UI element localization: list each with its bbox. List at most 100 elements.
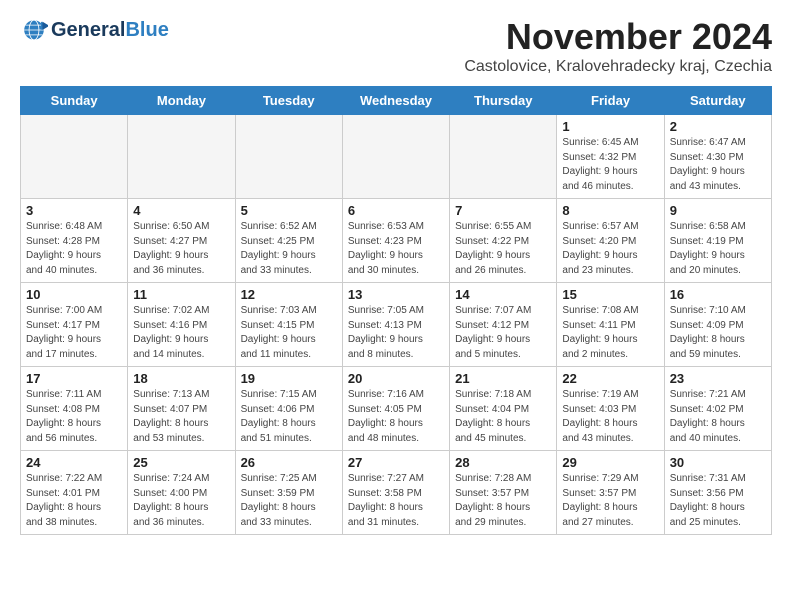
day-number: 9: [670, 203, 766, 218]
day-number: 13: [348, 287, 444, 302]
calendar-week-5: 24Sunrise: 7:22 AM Sunset: 4:01 PM Dayli…: [21, 451, 772, 535]
col-header-saturday: Saturday: [664, 87, 771, 115]
calendar-cell: 27Sunrise: 7:27 AM Sunset: 3:58 PM Dayli…: [342, 451, 449, 535]
day-info: Sunrise: 6:52 AM Sunset: 4:25 PM Dayligh…: [241, 220, 337, 278]
day-number: 1: [562, 119, 658, 134]
day-info: Sunrise: 7:24 AM Sunset: 4:00 PM Dayligh…: [133, 472, 229, 530]
day-info: Sunrise: 6:58 AM Sunset: 4:19 PM Dayligh…: [670, 220, 766, 278]
day-number: 22: [562, 371, 658, 386]
calendar-cell: 23 Sunrise: 7:21 AM Sunset: 4:02 PM Dayli…: [664, 367, 771, 451]
calendar-cell: 4 Sunrise: 6:50 AM Sunset: 4:27 PM Daylig…: [128, 199, 235, 283]
calendar-cell: [450, 115, 557, 199]
day-info: Sunrise: 6:55 AM Sunset: 4:22 PM Dayligh…: [455, 220, 551, 278]
day-info: Sunrise: 6:45 AM Sunset: 4:32 PM Dayligh…: [562, 136, 658, 194]
calendar-cell: 13 Sunrise: 7:05 AM Sunset: 4:13 PM Dayli…: [342, 283, 449, 367]
calendar-cell: 29 Sunrise: 7:29 AM Sunset: 3:57 PM Dayli…: [557, 451, 664, 535]
day-number: 3: [26, 203, 122, 218]
title-section: November 2024 Castolovice, Kralovehradec…: [464, 16, 772, 76]
day-info: Sunrise: 7:02 AM Sunset: 4:16 PM Dayligh…: [133, 304, 229, 362]
calendar-header-row: SundayMondayTuesdayWednesdayThursdayFrid…: [21, 87, 772, 115]
day-info: Sunrise: 7:27 AM Sunset: 3:58 PM Dayligh…: [348, 472, 444, 530]
day-info: Sunrise: 7:25 AM Sunset: 3:59 PM Dayligh…: [241, 472, 337, 530]
calendar-cell: [235, 115, 342, 199]
calendar-week-4: 17Sunrise: 7:11 AM Sunset: 4:08 PM Dayli…: [21, 367, 772, 451]
day-info: Sunrise: 7:13 AM Sunset: 4:07 PM Dayligh…: [133, 388, 229, 446]
day-info: Sunrise: 7:08 AM Sunset: 4:11 PM Dayligh…: [562, 304, 658, 362]
day-number: 25: [133, 455, 229, 470]
day-number: 23: [670, 371, 766, 386]
day-info: Sunrise: 7:05 AM Sunset: 4:13 PM Dayligh…: [348, 304, 444, 362]
day-number: 12: [241, 287, 337, 302]
calendar-cell: 10Sunrise: 7:00 AM Sunset: 4:17 PM Dayli…: [21, 283, 128, 367]
day-number: 29: [562, 455, 658, 470]
day-number: 28: [455, 455, 551, 470]
day-number: 16: [670, 287, 766, 302]
logo-text: GeneralBlue: [51, 19, 169, 41]
day-number: 30: [670, 455, 766, 470]
calendar-cell: 9 Sunrise: 6:58 AM Sunset: 4:19 PM Daylig…: [664, 199, 771, 283]
calendar-week-3: 10Sunrise: 7:00 AM Sunset: 4:17 PM Dayli…: [21, 283, 772, 367]
logo-icon: [20, 16, 48, 44]
col-header-monday: Monday: [128, 87, 235, 115]
day-info: Sunrise: 7:29 AM Sunset: 3:57 PM Dayligh…: [562, 472, 658, 530]
logo: GeneralBlue: [20, 16, 169, 44]
calendar-cell: 2 Sunrise: 6:47 AM Sunset: 4:30 PM Daylig…: [664, 115, 771, 199]
day-number: 2: [670, 119, 766, 134]
day-info: Sunrise: 7:22 AM Sunset: 4:01 PM Dayligh…: [26, 472, 122, 530]
calendar-cell: 5 Sunrise: 6:52 AM Sunset: 4:25 PM Daylig…: [235, 199, 342, 283]
day-number: 6: [348, 203, 444, 218]
day-info: Sunrise: 7:28 AM Sunset: 3:57 PM Dayligh…: [455, 472, 551, 530]
day-info: Sunrise: 7:07 AM Sunset: 4:12 PM Dayligh…: [455, 304, 551, 362]
calendar-cell: 14 Sunrise: 7:07 AM Sunset: 4:12 PM Dayli…: [450, 283, 557, 367]
day-info: Sunrise: 6:50 AM Sunset: 4:27 PM Dayligh…: [133, 220, 229, 278]
col-header-tuesday: Tuesday: [235, 87, 342, 115]
calendar-cell: 26 Sunrise: 7:25 AM Sunset: 3:59 PM Dayli…: [235, 451, 342, 535]
day-info: Sunrise: 6:48 AM Sunset: 4:28 PM Dayligh…: [26, 220, 122, 278]
calendar-cell: 19Sunrise: 7:15 AM Sunset: 4:06 PM Dayli…: [235, 367, 342, 451]
calendar-cell: 25 Sunrise: 7:24 AM Sunset: 4:00 PM Dayli…: [128, 451, 235, 535]
day-info: Sunrise: 7:15 AM Sunset: 4:06 PM Dayligh…: [241, 388, 337, 446]
calendar-cell: 3 Sunrise: 6:48 AM Sunset: 4:28 PM Daylig…: [21, 199, 128, 283]
day-info: Sunrise: 7:19 AM Sunset: 4:03 PM Dayligh…: [562, 388, 658, 446]
calendar-cell: 15 Sunrise: 7:08 AM Sunset: 4:11 PM Dayli…: [557, 283, 664, 367]
location-title: Castolovice, Kralovehradecky kraj, Czech…: [464, 58, 772, 76]
day-info: Sunrise: 7:21 AM Sunset: 4:02 PM Dayligh…: [670, 388, 766, 446]
col-header-wednesday: Wednesday: [342, 87, 449, 115]
day-info: Sunrise: 7:11 AM Sunset: 4:08 PM Dayligh…: [26, 388, 122, 446]
calendar-cell: 1 Sunrise: 6:45 AM Sunset: 4:32 PM Daylig…: [557, 115, 664, 199]
day-number: 20: [348, 371, 444, 386]
calendar-cell: 24Sunrise: 7:22 AM Sunset: 4:01 PM Dayli…: [21, 451, 128, 535]
calendar-cell: 8 Sunrise: 6:57 AM Sunset: 4:20 PM Daylig…: [557, 199, 664, 283]
col-header-friday: Friday: [557, 87, 664, 115]
day-number: 8: [562, 203, 658, 218]
calendar-cell: 7 Sunrise: 6:55 AM Sunset: 4:22 PM Daylig…: [450, 199, 557, 283]
day-info: Sunrise: 6:57 AM Sunset: 4:20 PM Dayligh…: [562, 220, 658, 278]
day-info: Sunrise: 7:31 AM Sunset: 3:56 PM Dayligh…: [670, 472, 766, 530]
day-number: 11: [133, 287, 229, 302]
calendar-cell: 28 Sunrise: 7:28 AM Sunset: 3:57 PM Dayli…: [450, 451, 557, 535]
calendar-cell: [128, 115, 235, 199]
day-number: 26: [241, 455, 337, 470]
calendar-cell: 21 Sunrise: 7:18 AM Sunset: 4:04 PM Dayli…: [450, 367, 557, 451]
day-info: Sunrise: 7:03 AM Sunset: 4:15 PM Dayligh…: [241, 304, 337, 362]
day-number: 4: [133, 203, 229, 218]
day-info: Sunrise: 6:53 AM Sunset: 4:23 PM Dayligh…: [348, 220, 444, 278]
day-number: 5: [241, 203, 337, 218]
day-number: 18: [133, 371, 229, 386]
col-header-sunday: Sunday: [21, 87, 128, 115]
calendar-cell: [21, 115, 128, 199]
calendar-cell: 12 Sunrise: 7:03 AM Sunset: 4:15 PM Dayli…: [235, 283, 342, 367]
day-number: 10: [26, 287, 122, 302]
calendar-cell: 18 Sunrise: 7:13 AM Sunset: 4:07 PM Dayli…: [128, 367, 235, 451]
page-header: GeneralBlue November 2024 Castolovice, K…: [20, 16, 772, 76]
day-info: Sunrise: 6:47 AM Sunset: 4:30 PM Dayligh…: [670, 136, 766, 194]
calendar-cell: 6 Sunrise: 6:53 AM Sunset: 4:23 PM Daylig…: [342, 199, 449, 283]
day-number: 15: [562, 287, 658, 302]
calendar-cell: 16Sunrise: 7:10 AM Sunset: 4:09 PM Dayli…: [664, 283, 771, 367]
calendar-week-1: 1 Sunrise: 6:45 AM Sunset: 4:32 PM Daylig…: [21, 115, 772, 199]
day-number: 14: [455, 287, 551, 302]
calendar-cell: 17Sunrise: 7:11 AM Sunset: 4:08 PM Dayli…: [21, 367, 128, 451]
day-number: 21: [455, 371, 551, 386]
day-number: 7: [455, 203, 551, 218]
day-info: Sunrise: 7:18 AM Sunset: 4:04 PM Dayligh…: [455, 388, 551, 446]
